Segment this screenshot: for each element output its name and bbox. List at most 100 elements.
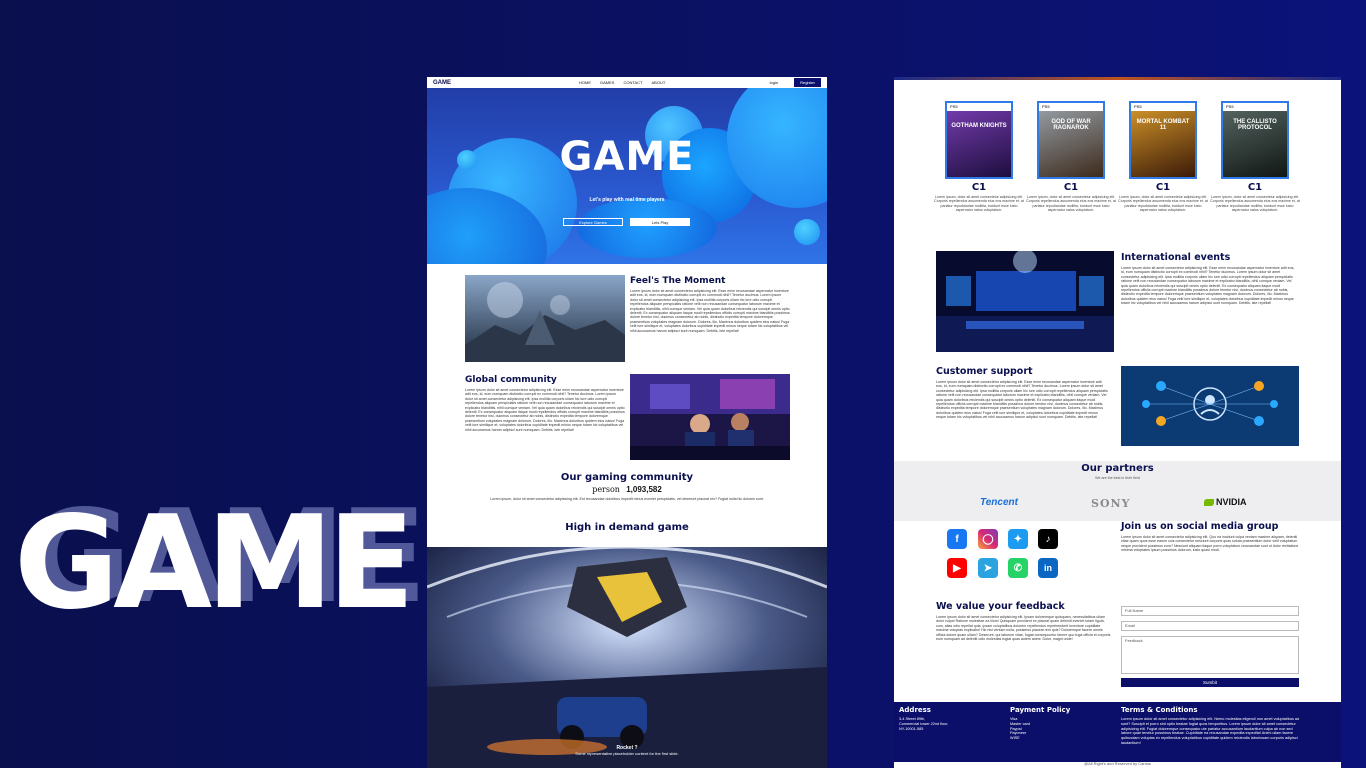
feels-image	[465, 275, 625, 362]
top-strip	[894, 77, 1341, 80]
events-text: Lorem ipsum dolor sit amet consectetur a…	[1121, 266, 1295, 306]
full-name-input[interactable]: Full Name	[1121, 606, 1299, 616]
feedback-textarea[interactable]: Feedback	[1121, 636, 1299, 674]
explore-games-button[interactable]: Explore Games	[563, 218, 623, 226]
gaming-community-title: Our gaming community	[560, 472, 694, 483]
feedback-text: Lorem ipsum dolor sit amet consectetur a…	[936, 615, 1111, 642]
footer-address-title: Address	[899, 706, 931, 714]
game-card[interactable]: PS5 MORTAL KOMBAT 11 C1 Lorem ipsum, dol…	[1118, 101, 1208, 213]
arena-image	[936, 251, 1114, 352]
payment-item[interactable]: Master card	[1010, 722, 1030, 727]
youtube-icon[interactable]: ▶	[947, 558, 967, 578]
telegram-icon[interactable]: ➤	[978, 558, 998, 578]
game-cover-title: THE CALLISTO PROTOCOL	[1233, 119, 1277, 131]
hero-blob	[577, 198, 717, 258]
hero-banner: GAME Let's play with real time players E…	[427, 88, 827, 264]
battle-scene-image	[465, 275, 625, 362]
footer-terms-text: Lorem ipsum dolor sit amet consectetur a…	[1121, 717, 1300, 745]
game-name: C1	[1155, 182, 1171, 193]
feedback-section: We value your feedback Lorem ipsum dolor…	[936, 601, 1111, 641]
esports-players-image	[630, 374, 790, 460]
footer-terms-title: Terms & Conditions	[1121, 706, 1198, 714]
hero-subtitle: Let's play with real time players	[589, 197, 665, 203]
gaming-community-text: Lorem ipsum, dolor sit amet consectetur …	[490, 497, 764, 501]
game-desc: Lorem ipsum, dolor sit amet consectetur …	[1118, 195, 1208, 213]
nvidia-eye-icon	[1204, 499, 1214, 507]
social-title: Join us on social media group	[1121, 521, 1279, 532]
community-section: Global community Lorem ipsum dolor sit a…	[465, 375, 625, 432]
high-demand-carousel[interactable]: Rocket ? Some representative placeholder…	[427, 547, 827, 768]
nav-links: HOME GAMES CONTACT ABOUT	[579, 80, 665, 85]
game-cover: PS5 GOD OF WAR RAGNAROK	[1037, 101, 1105, 179]
facebook-icon[interactable]: f	[947, 529, 967, 549]
member-counter: person 1,093,582	[427, 485, 827, 494]
partners-subtitle: We are the best in their field	[1095, 476, 1140, 480]
lets-play-button[interactable]: Lets Play	[630, 218, 690, 226]
community-image	[630, 374, 790, 460]
social-section: Join us on social media group Lorem ipsu…	[1121, 521, 1301, 553]
linkedin-icon[interactable]: in	[1038, 558, 1058, 578]
register-button[interactable]: Register	[794, 78, 821, 87]
game-card[interactable]: PS5 GOD OF WAR RAGNAROK C1 Lorem ipsum, …	[1026, 101, 1116, 213]
nav-link-contact[interactable]: CONTACT	[623, 80, 642, 85]
game-cover: PS5 THE CALLISTO PROTOCOL	[1221, 101, 1289, 179]
right-page-preview: PS5 GOTHAM KNIGHTS C1 Lorem ipsum, dolor…	[894, 77, 1341, 768]
partners-section: Our partners We are the best in their fi…	[894, 461, 1341, 521]
gaming-community-section: Our gaming community person 1,093,582 Lo…	[427, 472, 827, 501]
game-desc: Lorem ipsum, dolor sit amet consectetur …	[934, 195, 1024, 213]
nav-link-about[interactable]: ABOUT	[652, 80, 666, 85]
feels-section: Feel's The Moment Lorem ipsum dolor sit …	[630, 276, 790, 333]
twitter-icon[interactable]: ✦	[1008, 529, 1028, 549]
game-card[interactable]: PS5 THE CALLISTO PROTOCOL C1 Lorem ipsum…	[1210, 101, 1300, 213]
footer-payment-list: Visa Master card Paypal Payoneer WISE	[1010, 717, 1030, 741]
hero-blob	[794, 219, 820, 245]
game-cover: PS5 MORTAL KOMBAT 11	[1129, 101, 1197, 179]
high-demand-heading-wrap: High in demand game	[427, 522, 827, 533]
feedback-title: We value your feedback	[936, 601, 1065, 612]
support-image	[1121, 366, 1299, 446]
member-count: 1,093,582	[626, 485, 662, 494]
events-image	[936, 251, 1114, 352]
login-link[interactable]: login	[770, 80, 778, 85]
hero-title: GAME	[559, 134, 695, 180]
game-name: C1	[1063, 182, 1079, 193]
social-text: Lorem ipsum dolor sit amet consectetur a…	[1121, 535, 1299, 553]
game-name: C1	[971, 182, 987, 193]
submit-button[interactable]: Sumbit	[1121, 678, 1299, 687]
high-demand-title: High in demand game	[565, 522, 689, 533]
footer: Address 3-4 Street 89th, Commercial towe…	[894, 702, 1341, 762]
support-network-icon	[1121, 366, 1299, 446]
community-text: Lorem ipsum dolor sit amet consectetur a…	[465, 388, 625, 432]
nav-brand[interactable]: GAME	[433, 80, 451, 86]
footer-address: 3-4 Street 89th, Commercial tower 22nd f…	[899, 717, 948, 731]
whatsapp-icon[interactable]: ✆	[1008, 558, 1028, 578]
support-section: Customer support Lorem ipsum dolor sit a…	[936, 366, 1108, 420]
nvidia-logo: NVIDIA	[1204, 497, 1247, 507]
email-input[interactable]: Email	[1121, 621, 1299, 631]
nav-link-home[interactable]: HOME	[579, 80, 591, 85]
instagram-icon[interactable]: ◯	[978, 529, 998, 549]
game-card[interactable]: PS5 GOTHAM KNIGHTS C1 Lorem ipsum, dolor…	[934, 101, 1024, 213]
nav-link-games[interactable]: GAMES	[600, 80, 614, 85]
address-line: NY-10001-585	[899, 726, 924, 731]
footer-payment-title: Payment Policy	[1010, 706, 1071, 714]
ps5-label: PS5	[1131, 103, 1195, 111]
community-title: Global community	[465, 375, 557, 385]
feels-title: Feel's The Moment	[630, 276, 726, 286]
payment-item[interactable]: WISE	[1010, 736, 1030, 741]
support-text: Lorem ipsum dolor sit amet consectetur a…	[936, 380, 1108, 420]
game-cover: PS5 GOTHAM KNIGHTS	[945, 101, 1013, 179]
sony-logo: SONY	[1091, 497, 1131, 510]
support-title: Customer support	[936, 366, 1033, 377]
game-cover-title: GOTHAM KNIGHTS	[951, 123, 1007, 129]
game-desc: Lorem ipsum, dolor sit amet consectetur …	[1026, 195, 1116, 213]
tiktok-icon[interactable]: ♪	[1038, 529, 1058, 549]
game-desc: Lorem ipsum, dolor sit amet consectetur …	[1210, 195, 1300, 213]
partners-title: Our partners	[1081, 463, 1154, 474]
carousel-caption-text: Some representative placeholder content …	[575, 751, 679, 756]
events-title: International events	[1121, 252, 1231, 263]
game-cover-title: MORTAL KOMBAT 11	[1136, 119, 1190, 131]
carousel-caption: Rocket ? Some representative placeholder…	[427, 745, 827, 756]
person-label: person	[592, 485, 620, 494]
left-page-preview: GAME HOME GAMES CONTACT ABOUT login Regi…	[427, 77, 827, 768]
